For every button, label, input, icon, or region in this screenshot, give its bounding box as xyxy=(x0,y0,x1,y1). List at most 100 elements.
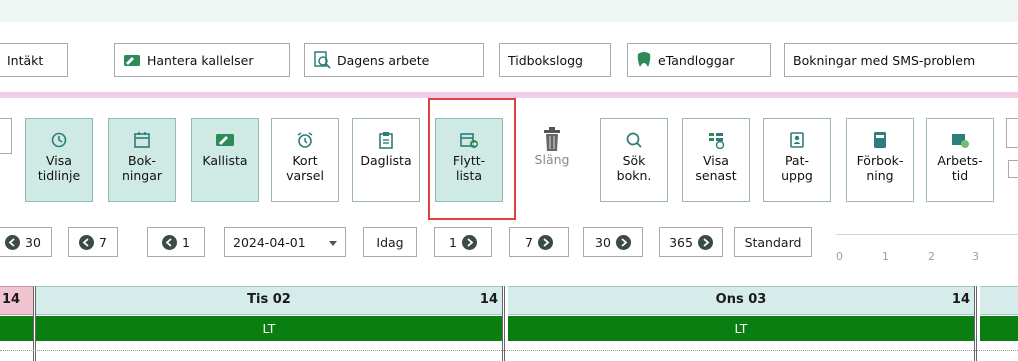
calendar-icon xyxy=(133,129,151,151)
back-7-label: 7 xyxy=(99,234,107,250)
day-title: Tis 02 xyxy=(247,292,291,307)
kort-varsel-button[interactable]: Kort varsel xyxy=(271,118,339,202)
sok-bokn-button[interactable]: Sök bokn. xyxy=(600,118,668,202)
resource-bar-label: LT xyxy=(262,321,276,336)
zoom-scale[interactable]: 0 1 2 3 xyxy=(836,228,1018,264)
chevron-down-icon xyxy=(329,235,337,250)
previous-day-header: 14 xyxy=(0,286,34,315)
scale-tick: 0 xyxy=(836,250,843,263)
day-header-ons[interactable]: Ons 03 14 xyxy=(508,286,974,315)
arrow-right-icon xyxy=(461,234,477,250)
day-number: 14 xyxy=(479,292,498,307)
arrow-left-icon xyxy=(5,234,21,250)
day-header-next xyxy=(980,286,1018,315)
slang-button[interactable]: Släng xyxy=(518,118,586,202)
today-button[interactable]: Idag xyxy=(363,227,417,257)
envelope-edit-icon xyxy=(123,53,141,67)
fwd-1-label: 1 xyxy=(449,234,457,250)
fwd-365-button[interactable]: 365 xyxy=(659,227,723,257)
envelope-edit-icon xyxy=(215,129,235,151)
arrow-left-icon xyxy=(79,234,95,250)
recent-list-icon xyxy=(707,129,725,151)
fwd-1-button[interactable]: 1 xyxy=(434,227,492,257)
intakt-label: Intäkt xyxy=(7,52,44,68)
clipboard-icon xyxy=(378,129,394,151)
patient-card-icon xyxy=(788,129,806,151)
arrow-right-icon xyxy=(615,234,631,250)
arbetstid-button[interactable]: Arbets- tid xyxy=(926,118,994,202)
document-search-icon xyxy=(313,51,331,69)
fwd-7-label: 7 xyxy=(525,234,533,250)
etandloggar-button[interactable]: eTandloggar xyxy=(627,43,771,77)
tooth-icon xyxy=(636,51,652,69)
bokningar-sms-problem-label: Bokningar med SMS-problem xyxy=(793,52,976,68)
phone-book-icon xyxy=(872,129,888,151)
arrow-right-icon xyxy=(697,234,713,250)
etandloggar-label: eTandloggar xyxy=(658,52,735,68)
daglista-label: Daglista xyxy=(360,153,412,168)
back-7-button[interactable]: 7 xyxy=(68,227,118,257)
scale-tick: 1 xyxy=(882,250,889,263)
top-band xyxy=(0,0,1018,22)
scale-tick: 2 xyxy=(928,250,935,263)
alarm-clock-icon xyxy=(296,129,314,151)
day-number: 14 xyxy=(951,292,970,307)
kallista-label: Kallista xyxy=(202,153,248,168)
kallista-button[interactable]: Kallista xyxy=(191,118,259,202)
hantera-kallelser-button[interactable]: Hantera kallelser xyxy=(114,43,290,77)
day-header-tis[interactable]: Tis 02 14 xyxy=(36,286,502,315)
worktime-icon xyxy=(950,129,970,151)
flyttlista-highlight-box xyxy=(428,98,516,220)
time-grid-line xyxy=(0,350,1018,351)
partial-button[interactable] xyxy=(0,118,12,154)
pat-uppg-label: Pat- uppg xyxy=(781,153,813,183)
fwd-7-button[interactable]: 7 xyxy=(509,227,569,257)
fwd-30-button[interactable]: 30 xyxy=(583,227,643,257)
intakt-button[interactable]: Intäkt xyxy=(0,43,68,77)
scale-tick: 3 xyxy=(972,250,979,263)
slang-label: Släng xyxy=(534,152,570,167)
day-title: Ons 03 xyxy=(715,292,767,307)
forbokning-label: Förbok- ning xyxy=(856,153,904,183)
standard-button[interactable]: Standard xyxy=(734,227,812,257)
forbokning-button[interactable]: Förbok- ning xyxy=(846,118,914,202)
bokningar-label: Bok- ningar xyxy=(121,153,163,183)
resource-bar-next[interactable] xyxy=(980,316,1018,341)
tidbokslogg-button[interactable]: Tidbokslogg xyxy=(499,43,611,77)
visa-tidlinje-button[interactable]: Visa tidlinje xyxy=(25,118,93,202)
arrow-right-icon xyxy=(537,234,553,250)
resource-bar-prev[interactable] xyxy=(0,316,34,341)
resource-bar-ons[interactable]: LT xyxy=(508,316,974,341)
bokningar-button[interactable]: Bok- ningar xyxy=(108,118,176,202)
partial-checkbox[interactable] xyxy=(1008,160,1018,178)
previous-day-number: 14 xyxy=(2,292,21,307)
back-1-label: 1 xyxy=(182,234,190,250)
trash-icon xyxy=(541,127,563,151)
back-1-button[interactable]: 1 xyxy=(147,227,205,257)
back-30-button[interactable]: 30 xyxy=(0,227,52,257)
standard-label: Standard xyxy=(744,234,802,250)
kort-varsel-label: Kort varsel xyxy=(286,153,324,183)
dagens-arbete-label: Dagens arbete xyxy=(337,52,430,68)
bokningar-sms-problem-button[interactable]: Bokningar med SMS-problem xyxy=(784,43,1018,77)
dagens-arbete-button[interactable]: Dagens arbete xyxy=(304,43,484,77)
pat-uppg-button[interactable]: Pat- uppg xyxy=(763,118,831,202)
resource-bar-tis[interactable]: LT xyxy=(36,316,502,341)
fwd-365-label: 365 xyxy=(669,234,693,250)
visa-tidlinje-label: Visa tidlinje xyxy=(37,153,81,183)
date-value: 2024-04-01 xyxy=(233,234,306,250)
resource-bar-label: LT xyxy=(734,321,748,336)
partial-dropdown[interactable] xyxy=(1006,118,1018,148)
hantera-kallelser-label: Hantera kallelser xyxy=(147,52,254,68)
daglista-button[interactable]: Daglista xyxy=(352,118,420,202)
search-icon xyxy=(625,129,643,151)
history-icon xyxy=(50,129,68,151)
today-label: Idag xyxy=(376,234,404,250)
back-30-label: 30 xyxy=(25,234,41,250)
sok-bokn-label: Sök bokn. xyxy=(616,153,652,183)
visa-senast-label: Visa senast xyxy=(695,153,737,183)
visa-senast-button[interactable]: Visa senast xyxy=(682,118,750,202)
tidbokslogg-label: Tidbokslogg xyxy=(508,52,583,68)
date-select[interactable]: 2024-04-01 xyxy=(224,227,346,257)
arbetstid-label: Arbets- tid xyxy=(937,153,983,183)
